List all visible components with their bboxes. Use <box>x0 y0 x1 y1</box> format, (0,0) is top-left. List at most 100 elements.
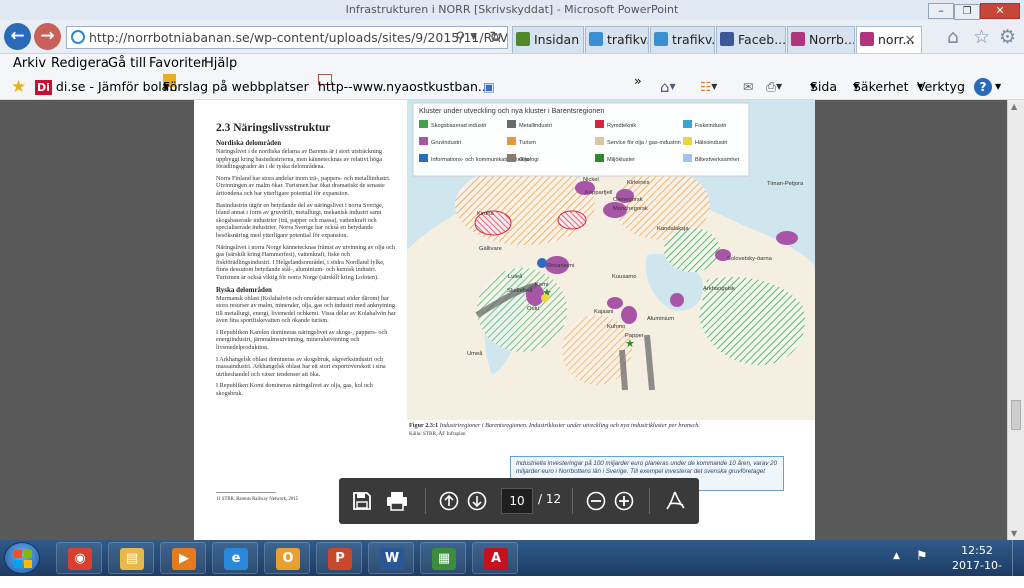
scroll-thumb[interactable] <box>1011 400 1021 430</box>
barents-map: ★★ Timan-PetjoraKirkenesNickelKopparfjel… <box>407 100 815 420</box>
legend-label: Biltestverksamhet <box>695 157 740 163</box>
help-icon[interactable]: ? <box>974 78 992 96</box>
taskbar-app-task-manager[interactable]: ▦ <box>420 542 466 574</box>
menu-ga-till[interactable]: Gå till <box>108 54 146 74</box>
map-label: Oulu <box>527 306 539 312</box>
subheading-russian: Ryska delområden <box>216 285 272 294</box>
toolbar-divider <box>649 488 650 514</box>
rss-icon[interactable]: ☷ ▼ <box>700 74 717 100</box>
tab-label: Faceb... <box>738 32 786 47</box>
gear-icon[interactable]: ⚙ <box>999 27 1016 47</box>
show-desktop-button[interactable] <box>1012 540 1024 576</box>
paragraph: Näringslivet i de nordiska delarna av Ba… <box>216 148 382 171</box>
pdf-floating-toolbar: 10 / 12 <box>339 478 699 524</box>
page-number-input[interactable]: 10 <box>501 488 533 514</box>
menu-redigera[interactable]: Redigera <box>51 54 109 74</box>
media-player-icon: ▶ <box>172 548 196 570</box>
taskbar-app-internet-explorer[interactable]: e <box>212 542 258 574</box>
taskbar-app-acrobat[interactable]: A <box>472 542 518 574</box>
page-scrollbar[interactable]: ▲ ▼ <box>1007 100 1024 540</box>
overflow-chevron[interactable]: » <box>634 68 642 94</box>
map-label: Kirkenes <box>627 180 650 186</box>
clock-time: 12:52 <box>961 544 993 557</box>
taskbar-app-media-player[interactable]: ▶ <box>160 542 206 574</box>
legend-label: Metallindustri <box>519 123 552 129</box>
command-verktyg-label: Verktyg <box>917 79 965 94</box>
browser-tab[interactable]: norr... × <box>856 26 922 53</box>
minimize-icon[interactable]: – <box>928 3 954 19</box>
back-button[interactable]: ← <box>4 23 31 50</box>
legend-swatch <box>507 120 516 128</box>
tab-favicon-icon <box>791 32 805 46</box>
address-bar[interactable]: http://norrbotniabanan.se/wp-content/upl… <box>66 26 508 49</box>
legend-label: Skogsbaserad industri <box>431 123 486 129</box>
browser-tab[interactable]: Insidan <box>512 26 584 53</box>
home-icon[interactable]: ⌂ <box>947 27 959 47</box>
previous-page-icon[interactable] <box>439 491 459 511</box>
search-icon[interactable]: ⚲ <box>455 27 465 48</box>
print-icon[interactable] <box>386 490 408 512</box>
window-title-bar: Infrastrukturen i NORR [Skrivskyddat] - … <box>0 0 1024 20</box>
favorite-di[interactable]: Di di.se - Jämför bolån <box>35 74 177 100</box>
taskbar-app-word[interactable]: W <box>368 542 414 574</box>
taskbar-app-explorer[interactable]: ▤ <box>108 542 154 574</box>
legend-label: Turism <box>519 140 536 146</box>
paragraph: I Republiken Karelen domineras näringsli… <box>216 328 388 352</box>
legend-label: Gruvindustri <box>431 140 461 146</box>
map-label: Arkhangelsk <box>703 286 735 292</box>
refresh-icon[interactable]: ↻ <box>489 27 502 48</box>
menu-hjalp[interactable]: Hjälp <box>204 54 237 74</box>
di-logo-icon: Di <box>35 80 52 95</box>
tab-label: Norrb... <box>809 32 855 47</box>
star-icon[interactable]: ☆ <box>973 27 990 47</box>
save-icon[interactable] <box>352 491 372 511</box>
chrome-icon: ◉ <box>68 548 92 570</box>
legend-swatch <box>683 137 692 145</box>
zoom-out-icon[interactable] <box>586 491 606 511</box>
mail-icon[interactable]: ✉ <box>743 74 753 100</box>
close-icon[interactable]: ✕ <box>980 3 1020 19</box>
acrobat-icon[interactable] <box>664 490 686 512</box>
turism-area <box>455 165 595 245</box>
browser-tab[interactable]: trafikv... <box>650 26 715 53</box>
forward-button[interactable]: → <box>34 23 61 50</box>
taskbar-app-powerpoint[interactable]: P <box>316 542 362 574</box>
caption-lead: Figur 2.3:1 <box>409 422 439 429</box>
scroll-up-arrow[interactable]: ▲ <box>1011 102 1017 111</box>
browser-tab[interactable]: trafikv... <box>585 26 649 53</box>
zoom-in-icon[interactable] <box>614 491 634 511</box>
start-button[interactable] <box>4 542 40 574</box>
clock[interactable]: 12:52 2017-10-29 <box>946 543 1008 588</box>
legend-swatch <box>419 137 428 145</box>
map-label: Gällivare <box>479 246 502 252</box>
restore-icon[interactable]: ❐ <box>954 4 980 20</box>
legend-swatch <box>595 120 604 128</box>
tab-favicon-icon <box>720 32 734 46</box>
chevron-down-icon[interactable]: ▼ <box>995 74 1001 100</box>
favorite-nyaostkustbanan-label: http--www.nyaostkustban... <box>318 79 490 94</box>
menu-favoriter[interactable]: Favoriter <box>149 54 206 74</box>
next-page-icon[interactable] <box>467 491 487 511</box>
taskbar-app-chrome[interactable]: ◉ <box>56 542 102 574</box>
scroll-down-arrow[interactable]: ▼ <box>1011 529 1017 538</box>
home-command-icon[interactable]: ⌂ ▼ <box>660 74 676 100</box>
map-label: Luleå <box>508 273 523 280</box>
browser-tab[interactable]: Norrb... <box>787 26 855 53</box>
browser-tab[interactable]: Faceb... <box>716 26 786 53</box>
print-icon[interactable]: ⎙ ▼ <box>766 74 782 100</box>
tab-close-icon[interactable]: × <box>904 27 916 53</box>
pdf-viewer[interactable]: 2.3 Näringslivsstruktur Nordiska delområ… <box>0 100 1024 540</box>
outlook-icon: O <box>276 548 300 570</box>
menu-arkiv[interactable]: Arkiv <box>13 54 46 74</box>
show-hidden-icons[interactable]: ▲ <box>893 551 900 561</box>
flag-icon[interactable]: ⚑ <box>916 549 928 564</box>
paragraph: Näringslivet i norra Norge kännetecknas … <box>216 243 395 281</box>
dropdown-icon[interactable]: ▼ <box>470 27 477 48</box>
map-label: Kemi <box>535 282 548 288</box>
legend-swatch <box>419 154 428 162</box>
section-heading: 2.3 Näringslivsstruktur <box>216 122 331 134</box>
taskbar-app-outlook[interactable]: O <box>264 542 310 574</box>
window-title: Infrastrukturen i NORR [Skrivskyddat] - … <box>345 3 679 16</box>
favorites-star-icon[interactable]: ★ <box>11 74 26 100</box>
page-icon[interactable]: ▣ <box>483 74 495 100</box>
